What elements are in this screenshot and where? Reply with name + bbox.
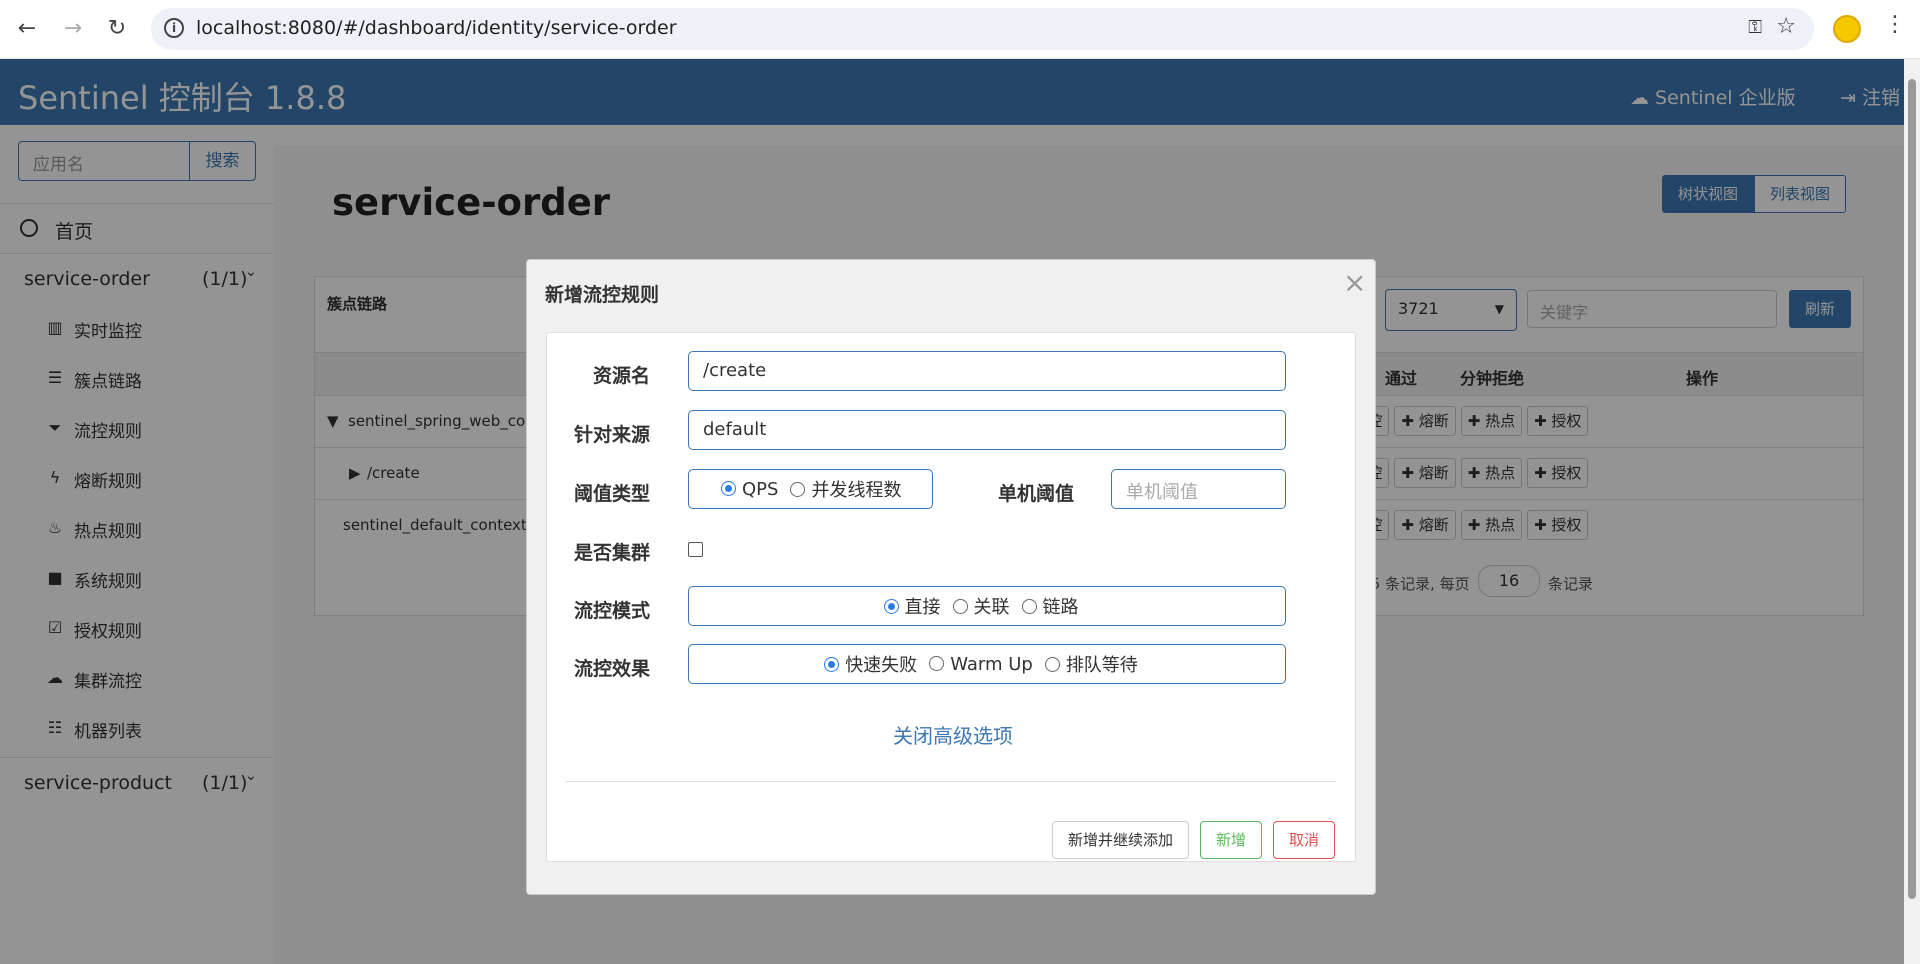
site-info-icon[interactable]: i xyxy=(164,18,184,38)
behavior-option-warm-up[interactable]: Warm Up xyxy=(929,654,1033,675)
grade-option-threads[interactable]: 并发线程数 xyxy=(790,476,901,502)
browser-menu-icon[interactable]: ⋮ xyxy=(1884,12,1906,37)
page-scrollbar[interactable] xyxy=(1904,59,1920,964)
cluster-checkbox[interactable] xyxy=(688,542,703,557)
toggle-advanced-link[interactable]: 关闭高级选项 xyxy=(893,720,1013,749)
resource-label: 资源名 xyxy=(593,365,651,387)
radio-icon xyxy=(1021,599,1037,614)
behavior-radio-group: 快速失败 Warm Up 排队等待 xyxy=(688,644,1286,684)
grade-label: 阈值类型 xyxy=(574,483,651,505)
divider xyxy=(566,781,1336,782)
behavior-option-fail-fast[interactable]: 快速失败 xyxy=(824,651,917,677)
reload-icon[interactable]: ↻ xyxy=(102,14,132,44)
cluster-label: 是否集群 xyxy=(574,542,651,564)
forward-arrow-icon[interactable]: → xyxy=(58,14,88,44)
key-icon[interactable]: ⚿ xyxy=(1748,17,1762,38)
dialog-form: 资源名 /create 针对来源 default 阈值类型 QPS 并发线程数 … xyxy=(546,332,1356,862)
back-arrow-icon[interactable]: ← xyxy=(12,14,42,44)
bookmark-star-icon[interactable]: ☆ xyxy=(1776,14,1796,39)
dialog-title: 新增流控规则 xyxy=(545,284,660,306)
add-flow-rule-dialog: 新增流控规则 × 资源名 /create 针对来源 default 阈值类型 Q… xyxy=(526,259,1376,895)
radio-checked-icon xyxy=(721,480,736,496)
radio-checked-icon xyxy=(883,599,899,614)
behavior-option-queue[interactable]: 排队等待 xyxy=(1044,651,1138,677)
cancel-button[interactable]: 取消 xyxy=(1273,821,1335,859)
limit-app-label: 针对来源 xyxy=(574,424,651,446)
radio-checked-icon xyxy=(824,657,840,672)
count-input[interactable]: 单机阈值 xyxy=(1111,469,1286,509)
strategy-option-direct[interactable]: 直接 xyxy=(883,593,941,619)
browser-toolbar: ← → ↻ i localhost:8080/#/dashboard/ident… xyxy=(0,0,1920,59)
strategy-option-chain[interactable]: 链路 xyxy=(1021,593,1079,619)
profile-avatar-icon[interactable] xyxy=(1833,15,1861,43)
strategy-radio-group: 直接 关联 链路 xyxy=(688,586,1286,626)
grade-option-qps[interactable]: QPS xyxy=(721,479,778,500)
strategy-label: 流控模式 xyxy=(574,600,651,622)
resource-input[interactable]: /create xyxy=(688,351,1286,391)
limit-app-input[interactable]: default xyxy=(688,410,1286,450)
count-label: 单机阈值 xyxy=(998,483,1075,505)
grade-radio-group: QPS 并发线程数 xyxy=(688,469,933,509)
address-bar[interactable]: i localhost:8080/#/dashboard/identity/se… xyxy=(151,8,1814,50)
add-button[interactable]: 新增 xyxy=(1200,821,1262,859)
behavior-label: 流控效果 xyxy=(574,658,651,680)
close-icon[interactable]: × xyxy=(1343,266,1366,299)
radio-icon xyxy=(790,482,806,497)
scrollbar-thumb[interactable] xyxy=(1908,79,1916,899)
url-text[interactable]: localhost:8080/#/dashboard/identity/serv… xyxy=(196,17,677,39)
radio-icon xyxy=(929,655,945,671)
strategy-option-relate[interactable]: 关联 xyxy=(952,593,1010,619)
radio-icon xyxy=(1044,657,1060,672)
radio-icon xyxy=(952,599,968,614)
add-continue-button[interactable]: 新增并继续添加 xyxy=(1052,821,1189,859)
